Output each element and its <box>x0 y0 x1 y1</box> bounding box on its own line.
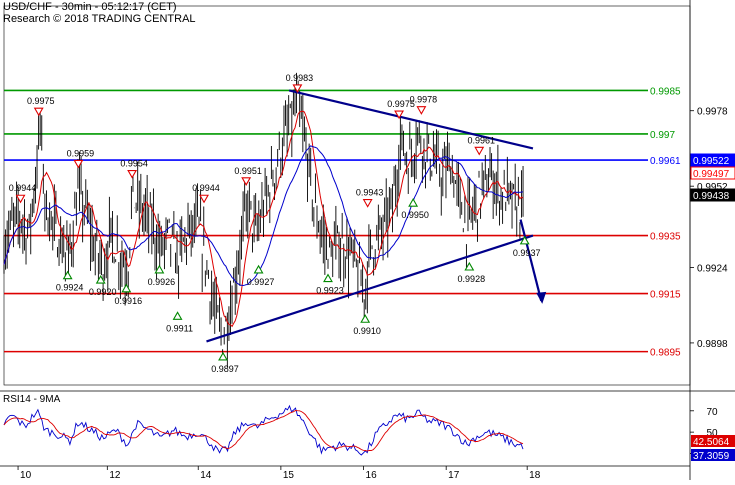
high-label-7: 0.9943 <box>356 188 384 198</box>
high-marker-3 <box>127 170 138 179</box>
high-marker-9 <box>416 106 427 115</box>
x-tick-label-1: 12 <box>109 470 121 480</box>
x-tick-label-0: 10 <box>20 470 32 480</box>
low-marker-11 <box>62 270 73 280</box>
rsi-panel-title: RSI14 - 9MA <box>3 394 61 405</box>
high-label-3: 0.9954 <box>120 159 148 169</box>
y-tick-label-2: 0.9924 <box>697 263 728 274</box>
chart-subtitle: Research © 2018 TRADING CENTRAL <box>3 13 196 25</box>
low-label-15: 0.9911 <box>166 323 193 333</box>
low-label-20: 0.9950 <box>401 210 429 220</box>
level-label-3: 0.9935 <box>650 232 681 243</box>
price-badge-label-0: 0.99522 <box>693 156 730 167</box>
high-label-10: 0.9961 <box>467 135 495 145</box>
chart-title: USD/CHF - 30min - 05:12:17 (CET) <box>3 1 177 13</box>
high-marker-7 <box>362 199 373 208</box>
rsi-line <box>3 404 524 456</box>
x-tick-label-4: 16 <box>366 470 378 480</box>
high-marker-4 <box>199 194 209 204</box>
high-marker-10 <box>474 146 485 156</box>
level-label-2: 0.9961 <box>650 156 681 167</box>
low-marker-16 <box>218 351 228 361</box>
rsi-ma-line <box>3 410 524 452</box>
low-marker-20 <box>408 198 419 207</box>
low-label-22: 0.9937 <box>513 248 541 258</box>
low-label-13: 0.9916 <box>115 296 143 306</box>
high-marker-0 <box>33 107 44 117</box>
high-label-5: 0.9951 <box>234 166 262 176</box>
main-plot-frame <box>3 5 691 386</box>
level-label-0: 0.9985 <box>650 86 681 97</box>
rsi-tick-label-0: 70 <box>706 407 718 418</box>
x-tick-label-6: 18 <box>529 470 541 480</box>
x-tick-label-3: 15 <box>283 470 295 480</box>
price-badge-label-1: 0.99497 <box>693 169 730 180</box>
high-label-9: 0.9978 <box>410 95 438 105</box>
chart-root: 0.9985 0.997 0.9961 0.9935 0.9915 0.9895 0.997… <box>0 0 735 481</box>
low-label-21: 0.9928 <box>458 274 486 284</box>
chart-svg: 0.9985 0.997 0.9961 0.9935 0.9915 0.9895 0.997… <box>0 0 735 481</box>
projection-arrow-head <box>536 291 547 304</box>
low-label-14: 0.9926 <box>148 277 176 287</box>
high-label-4: 0.9944 <box>192 183 220 193</box>
low-marker-15 <box>172 311 183 320</box>
x-tick-label-5: 17 <box>448 470 460 480</box>
high-label-2: 0.9959 <box>67 148 95 158</box>
high-label-6: 0.9983 <box>286 73 314 83</box>
projection-arrow-shaft <box>519 219 543 302</box>
low-label-18: 0.9923 <box>316 286 344 296</box>
level-label-5: 0.9895 <box>650 348 681 359</box>
price-badge-label-2: 0.99438 <box>693 191 730 202</box>
low-label-11: 0.9924 <box>56 283 84 293</box>
high-label-0: 0.9975 <box>27 96 55 106</box>
level-label-4: 0.9915 <box>650 290 681 301</box>
x-tick-label-2: 14 <box>200 470 212 480</box>
low-label-12: 0.9920 <box>89 287 117 297</box>
low-marker-18 <box>323 273 333 283</box>
rsi-badge-label: 37.3059 <box>693 451 730 462</box>
low-label-16: 0.9897 <box>211 364 239 374</box>
high-label-1: 0.9944 <box>9 183 37 193</box>
y-tick-label-3: 0.9898 <box>697 339 728 350</box>
low-label-19: 0.9910 <box>353 326 381 336</box>
y-tick-label-0: 0.9978 <box>697 107 728 118</box>
rsi-ma-badge-label: 42.5064 <box>693 437 730 448</box>
low-marker-13 <box>121 283 132 293</box>
low-marker-19 <box>360 314 371 323</box>
level-label-1: 0.997 <box>650 130 675 141</box>
low-label-17: 0.9927 <box>247 277 275 287</box>
